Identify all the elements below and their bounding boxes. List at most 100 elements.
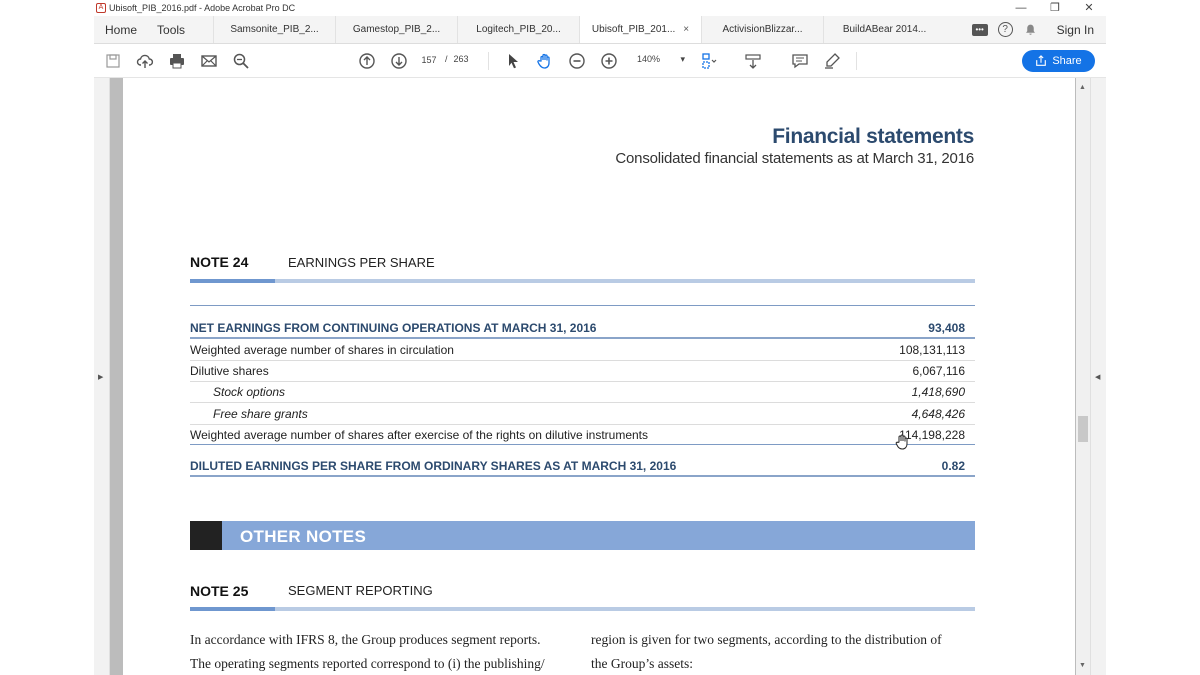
scroll-down-icon[interactable]: ▼: [1079, 662, 1086, 669]
fit-page-icon[interactable]: [700, 52, 718, 70]
scroll-up-icon[interactable]: ▲: [1079, 84, 1086, 91]
tab-activisionblizzard[interactable]: ActivisionBlizzar...: [701, 16, 823, 43]
page-header-title: Financial statements: [772, 125, 974, 148]
cloud-upload-icon[interactable]: [136, 52, 154, 70]
table-rule: [190, 381, 975, 382]
page-down-icon[interactable]: [390, 52, 408, 70]
close-tab-icon[interactable]: ×: [683, 24, 689, 35]
nav-tools[interactable]: Tools: [147, 16, 213, 43]
acrobat-app-icon: A: [96, 3, 106, 13]
tab-buildabear[interactable]: BuildABear 2014...: [823, 16, 945, 43]
eps-row-label: Stock options: [213, 385, 286, 399]
eps-row-value: 0.82: [941, 459, 965, 473]
tab-label: BuildABear 2014...: [842, 24, 927, 35]
toolbar: 157 / 263 140% ▾ Share: [94, 44, 1106, 78]
eps-row-value: 4,648,426: [911, 407, 965, 421]
eps-row-label: Free share grants: [213, 407, 308, 421]
scroll-mode-icon[interactable]: [744, 52, 762, 70]
table-rule: [190, 424, 975, 425]
tab-label: Gamestop_PIB_2...: [352, 24, 441, 35]
zoom-in-icon[interactable]: [600, 52, 618, 70]
tab-label: ActivisionBlizzar...: [722, 24, 803, 35]
note-24-underline: [190, 279, 975, 283]
page-separator: /: [445, 54, 448, 64]
table-top-rule: [190, 305, 975, 306]
title-bar: A Ubisoft_PIB_2016.pdf - Adobe Acrobat P…: [94, 0, 1106, 16]
toolbar-divider: [488, 52, 489, 70]
zoom-value: 140%: [637, 54, 661, 64]
close-window-button[interactable]: ✕: [1082, 0, 1096, 16]
tab-bar: Home Tools Samsonite_PIB_2... Gamestop_P…: [94, 16, 1106, 44]
window-controls: — ❐ ✕: [1014, 0, 1096, 16]
save-icon[interactable]: [104, 52, 122, 70]
print-icon[interactable]: [168, 52, 186, 70]
window-title: Ubisoft_PIB_2016.pdf - Adobe Acrobat Pro…: [109, 3, 296, 13]
body-line: The operating segments reported correspo…: [190, 656, 545, 671]
eps-row-value: 114,198,228: [899, 428, 965, 442]
page-header-subtitle: Consolidated financial statements as at …: [615, 150, 974, 167]
eps-row-label: Weighted average number of shares in cir…: [190, 343, 454, 357]
zoom-dropdown[interactable]: 140% ▾: [637, 54, 685, 65]
nav-home[interactable]: Home: [94, 16, 147, 43]
note-25-title: SEGMENT REPORTING: [288, 583, 433, 598]
eps-row-value: 1,418,690: [911, 385, 965, 399]
table-rule: [190, 360, 975, 361]
note-25-underline-accent: [190, 607, 275, 611]
other-notes-heading: OTHER NOTES: [240, 527, 367, 546]
body-column-right: region is given for two segments, accord…: [591, 628, 981, 675]
share-button[interactable]: Share: [1022, 50, 1095, 72]
tab-samsonite[interactable]: Samsonite_PIB_2...: [213, 16, 335, 43]
page-number-input[interactable]: 157: [419, 54, 439, 66]
body-line: the Group’s assets:: [591, 656, 693, 671]
share-icon: [1036, 55, 1047, 66]
note-24-underline-accent: [190, 279, 275, 283]
page-number-box: 157 / 263: [419, 54, 469, 66]
body-column-left: In accordance with IFRS 8, the Group pro…: [190, 628, 582, 675]
comment-icon[interactable]: [791, 52, 809, 70]
hand-tool-icon[interactable]: [536, 52, 554, 70]
help-icon[interactable]: ?: [997, 22, 1013, 37]
pdf-page: Financial statements Consolidated financ…: [123, 78, 1075, 675]
zoom-search-icon[interactable]: [232, 52, 250, 70]
table-rule: [190, 444, 975, 445]
tab-ubisoft[interactable]: Ubisoft_PIB_201... ×: [579, 16, 702, 43]
zoom-out-icon[interactable]: [568, 52, 586, 70]
expand-right-panel-icon[interactable]: ◀: [1095, 373, 1100, 381]
page-up-icon[interactable]: [358, 52, 376, 70]
header-right: ••• ? Sign In: [971, 16, 1106, 43]
cursor-arrow-icon[interactable]: [504, 52, 522, 70]
minimize-button[interactable]: —: [1014, 0, 1028, 16]
scrollbar-thumb[interactable]: [1078, 416, 1088, 442]
chat-icon[interactable]: •••: [971, 23, 988, 36]
eps-row-value: 108,131,113: [899, 343, 965, 357]
page-total: 263: [453, 54, 469, 64]
note-24-label: NOTE 24: [190, 254, 249, 270]
toolbar-divider: [856, 52, 857, 70]
other-notes-block: [190, 521, 222, 550]
eps-row-label: DILUTED EARNINGS PER SHARE FROM ORDINARY…: [190, 459, 677, 473]
restore-button[interactable]: ❐: [1048, 0, 1062, 16]
tab-label: Samsonite_PIB_2...: [230, 24, 319, 35]
tab-logitech[interactable]: Logitech_PIB_20...: [457, 16, 579, 43]
eps-row-label: Dilutive shares: [190, 364, 269, 378]
chevron-down-icon: ▾: [680, 54, 685, 64]
table-rule: [190, 337, 975, 339]
eps-row-value: 93,408: [928, 321, 965, 335]
bell-icon[interactable]: [1023, 22, 1039, 38]
expand-left-panel-icon[interactable]: ▶: [98, 373, 103, 381]
note-25-underline: [190, 607, 975, 611]
mail-icon[interactable]: [200, 52, 218, 70]
body-line: region is given for two segments, accord…: [591, 632, 942, 647]
table-rule: [190, 402, 975, 403]
table-bottom-rule: [190, 475, 975, 477]
hand-cursor-icon: [895, 434, 908, 450]
eps-row-label: NET EARNINGS FROM CONTINUING OPERATIONS …: [190, 321, 597, 335]
vertical-scrollbar[interactable]: [1076, 78, 1090, 675]
tab-label: Logitech_PIB_20...: [476, 24, 561, 35]
tab-gamestop[interactable]: Gamestop_PIB_2...: [335, 16, 457, 43]
sign-in-link[interactable]: Sign In: [1057, 23, 1094, 37]
tab-label: Ubisoft_PIB_201...: [591, 24, 676, 35]
highlight-pen-icon[interactable]: [823, 52, 841, 70]
body-line: In accordance with IFRS 8, the Group pro…: [190, 632, 541, 647]
eps-row-label: Weighted average number of shares after …: [190, 428, 649, 442]
